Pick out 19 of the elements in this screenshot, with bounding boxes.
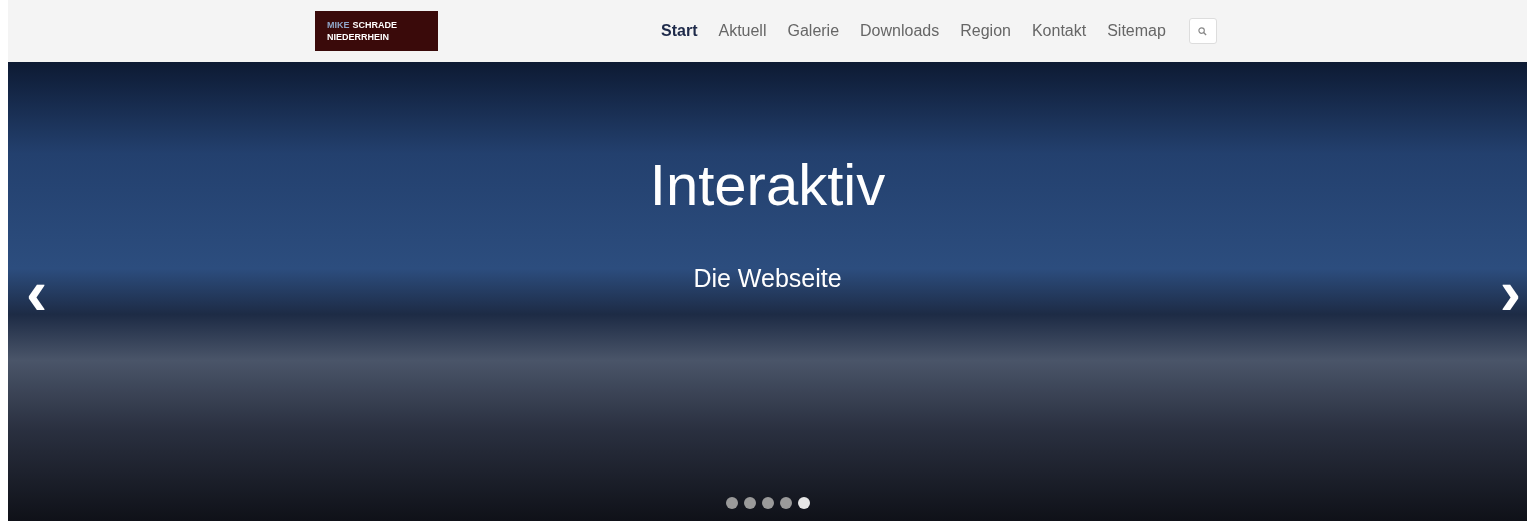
slide-indicator[interactable] [761,497,774,509]
nav-link[interactable]: Start [661,19,698,43]
nav-link[interactable]: Aktuell [718,19,767,43]
slide-indicator[interactable] [725,497,738,509]
logo[interactable]: MIKE SCHRADE NIEDERRHEIN [315,11,438,51]
slide-subtitle: Die Webseite [693,263,842,294]
nav-link[interactable]: Galerie [787,19,840,43]
logo-text: NIEDERRHEIN [327,31,390,43]
nav-link[interactable]: Downloads [860,19,940,43]
nav-link[interactable]: Sitemap [1107,19,1166,43]
slide-indicator[interactable] [779,497,792,509]
nav-link[interactable]: Kontakt [1031,19,1087,43]
nav-link[interactable]: Region [960,19,1011,43]
search-icon [1198,26,1208,36]
slide-indicator[interactable] [743,497,756,509]
slide-indicator[interactable] [797,497,810,509]
slide-title: Interaktiv [649,151,886,219]
logo-text: MIKE [327,19,350,31]
logo-text: SCHRADE [352,19,397,31]
